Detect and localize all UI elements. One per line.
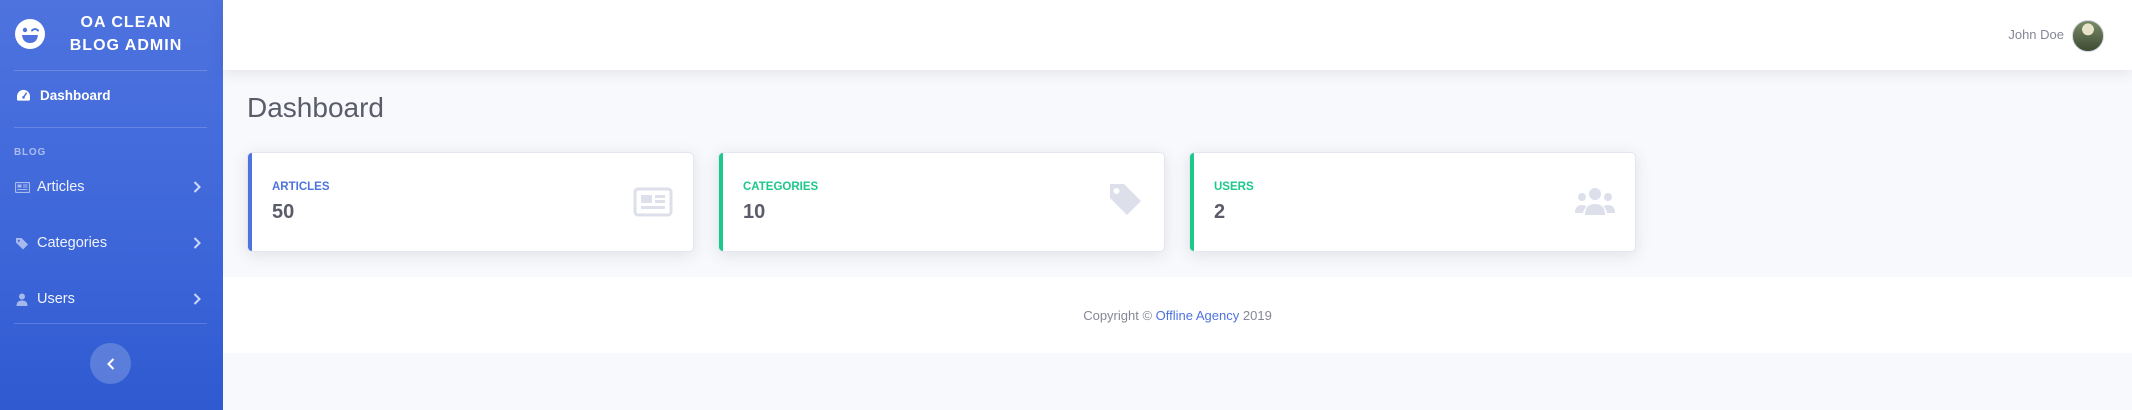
brand-name: OA CLEAN BLOG ADMIN [58,11,194,57]
card-accent [248,153,252,251]
chevron-left-icon [106,357,114,370]
sidebar-item-dashboard[interactable]: Dashboard [16,88,111,103]
sidebar-divider [14,70,207,71]
user-icon [14,293,30,306]
card-accent [1190,153,1194,251]
sidebar-item-articles[interactable]: Articles [14,176,207,198]
sidebar-item-users[interactable]: Users [14,288,207,310]
brand-line-1: OA CLEAN [80,14,172,31]
card-label: ARTICLES [272,181,330,193]
card-label: USERS [1214,181,1254,193]
stat-card-articles: ARTICLES 50 [247,152,694,252]
chevron-right-icon [193,180,201,196]
topbar: John Doe [223,0,2132,70]
card-value: 2 [1214,201,1226,223]
users-icon [1575,188,1615,215]
copyright-year: 2019 [1242,307,1272,323]
newspaper-icon [633,187,673,217]
chevron-right-icon [193,236,201,252]
sidebar-heading: BLOG [14,147,47,158]
card-value: 50 [272,201,295,223]
sidebar-item-label: Articles [37,179,85,195]
sidebar-item-label: Categories [37,235,108,251]
brand-line-2: BLOG ADMIN [69,37,183,54]
sidebar-item-categories[interactable]: Categories [14,232,207,254]
laugh-wink-icon [15,19,45,49]
card-value: 10 [743,201,766,223]
sidebar: OA CLEAN BLOG ADMIN Dashboard BLOG Artic… [0,0,223,410]
stat-card-categories: CATEGORIES 10 [718,152,1165,252]
newspaper-icon [14,181,30,193]
tachometer-icon [17,89,30,101]
sidebar-divider [14,127,207,128]
tag-icon [1110,184,1141,215]
copyright-prefix: Copyright © [1083,307,1153,323]
chevron-right-icon [193,292,201,308]
sidebar-item-label: Users [37,291,75,307]
card-label: CATEGORIES [743,181,819,193]
footer: Copyright © Offline Agency 2019 [223,277,2132,353]
copyright-text: Copyright © Offline Agency 2019 [1083,308,1272,323]
card-accent [719,153,723,251]
page-title: Dashboard [247,92,384,123]
sidebar-toggle-button[interactable] [90,343,131,384]
user-name[interactable]: John Doe [2008,27,2064,42]
footer-link[interactable]: Offline Agency [1156,308,1240,323]
tags-icon [14,237,30,250]
sidebar-item-label: Dashboard [40,88,111,103]
avatar[interactable] [2072,20,2104,52]
sidebar-divider [14,323,207,324]
brand-link[interactable]: OA CLEAN BLOG ADMIN [0,0,223,70]
stat-card-users: USERS 2 [1189,152,1636,252]
